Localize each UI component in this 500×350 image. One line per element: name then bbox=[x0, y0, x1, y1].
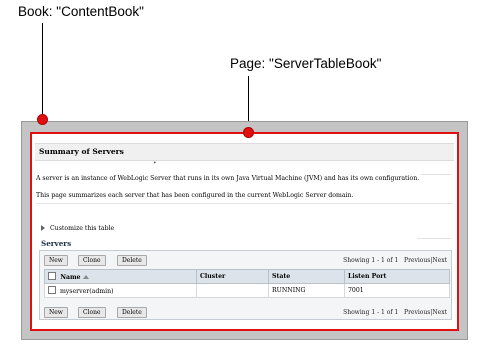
customize-table-toggle[interactable]: Customize this table bbox=[41, 225, 114, 232]
decorative-line bbox=[421, 174, 451, 175]
summary-description-line1: A server is an instance of WebLogic Serv… bbox=[36, 175, 420, 182]
name-column-header[interactable]: Name bbox=[44, 269, 197, 284]
page-content: Summary of Servers • A server is an inst… bbox=[32, 134, 457, 329]
clone-button[interactable]: Clone bbox=[78, 255, 106, 266]
delete-button[interactable]: Delete bbox=[117, 255, 147, 266]
row-checkbox[interactable] bbox=[48, 286, 56, 294]
clone-button-bottom[interactable]: Clone bbox=[78, 307, 106, 318]
server-table-page: Summary of Servers • A server is an inst… bbox=[30, 132, 459, 331]
server-state-cell: RUNNING bbox=[268, 283, 345, 298]
sort-icon[interactable] bbox=[83, 275, 90, 279]
servers-table-panel: New Clone Delete Showing 1 - 1 of 1 Prev… bbox=[39, 250, 452, 320]
server-name-cell: myserver(admin) bbox=[44, 283, 197, 298]
listen-port-column-header[interactable]: Listen Port bbox=[344, 269, 450, 284]
server-name-link[interactable]: myserver(admin) bbox=[60, 288, 114, 295]
book-leader-line bbox=[42, 23, 43, 118]
state-column-header[interactable]: State bbox=[268, 269, 345, 284]
table-header-row: Name Cluster State Listen Port bbox=[44, 269, 450, 284]
paging-top: Showing 1 - 1 of 1 Previous|Next bbox=[343, 257, 447, 264]
new-button-bottom[interactable]: New bbox=[44, 307, 68, 318]
description-divider bbox=[36, 203, 453, 204]
summary-description-line2: This page summarizes each server that ha… bbox=[36, 192, 354, 199]
previous-link[interactable]: Previous bbox=[404, 257, 430, 264]
summary-mark: • bbox=[153, 160, 157, 167]
delete-button-bottom[interactable]: Delete bbox=[117, 307, 147, 318]
paging-bottom: Showing 1 - 1 of 1 Previous|Next bbox=[343, 309, 447, 316]
cluster-column-header[interactable]: Cluster bbox=[196, 269, 269, 284]
summary-title: Summary of Servers bbox=[39, 147, 124, 156]
page-callout-label: Page: "ServerTableBook" bbox=[230, 56, 382, 71]
paging-showing-bottom: Showing 1 - 1 of 1 bbox=[343, 309, 399, 316]
next-link-bottom[interactable]: Next bbox=[432, 309, 447, 316]
decorative-line bbox=[417, 238, 451, 239]
book-callout-label: Book: "ContentBook" bbox=[18, 4, 144, 19]
summary-header-bar: Summary of Servers bbox=[35, 143, 454, 161]
next-link[interactable]: Next bbox=[432, 257, 447, 264]
book-marker-dot bbox=[37, 114, 48, 125]
name-header-label[interactable]: Name bbox=[60, 274, 80, 281]
page-marker-dot bbox=[243, 127, 254, 138]
paging-showing: Showing 1 - 1 of 1 bbox=[343, 257, 399, 264]
expand-triangle-icon bbox=[41, 225, 45, 231]
customize-table-label[interactable]: Customize this table bbox=[50, 225, 114, 232]
new-button[interactable]: New bbox=[44, 255, 68, 266]
servers-table-label: Servers bbox=[41, 239, 72, 248]
select-all-checkbox[interactable] bbox=[48, 272, 56, 280]
server-cluster-cell bbox=[196, 283, 269, 298]
table-row: myserver(admin) RUNNING 7001 bbox=[44, 283, 450, 298]
servers-table: Name Cluster State Listen Port myserver(… bbox=[44, 269, 450, 298]
previous-link-bottom[interactable]: Previous bbox=[404, 309, 430, 316]
server-port-cell: 7001 bbox=[344, 283, 450, 298]
